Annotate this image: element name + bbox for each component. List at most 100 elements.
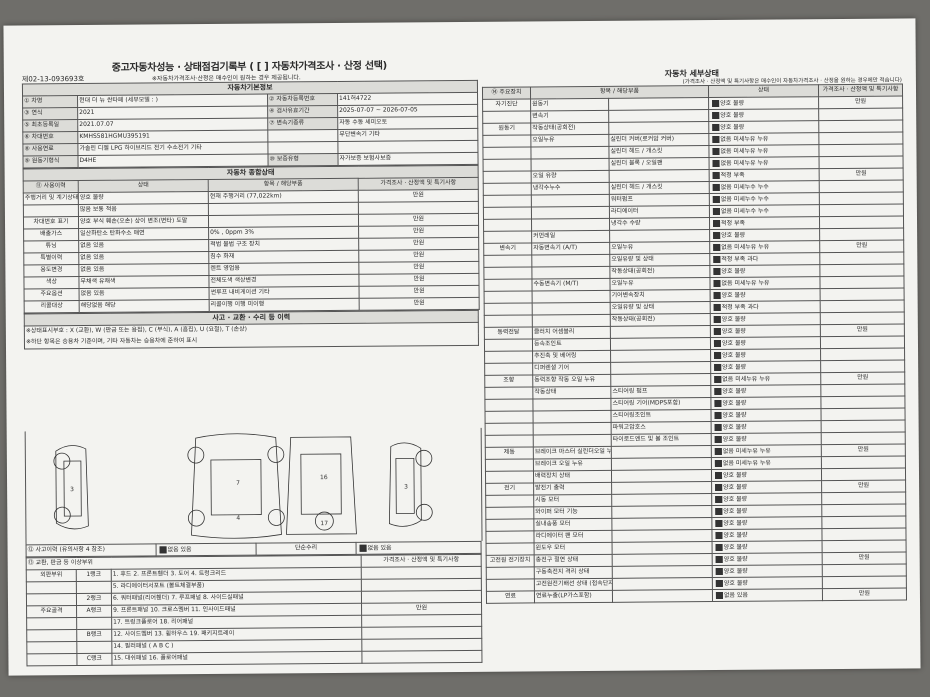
detail-state[interactable]: 양호 불량 [712, 576, 823, 590]
checkbox-icon [713, 231, 721, 239]
detail-state[interactable]: 없음 미세누유 누유 [711, 456, 822, 470]
exterior-rank [76, 641, 112, 654]
detail-state[interactable]: 양호 불량 [712, 540, 823, 554]
detail-state[interactable]: 없음 미세누유 누유 [708, 132, 819, 146]
checkbox-icon [712, 123, 720, 131]
detail-state[interactable]: 없음 미세누수 누수 [709, 192, 820, 206]
detail-device [485, 458, 534, 472]
detail-part: 오일유량 및 상태 [609, 253, 710, 267]
detail-state[interactable]: 없음 미세누유 누유 [709, 156, 820, 170]
svg-text:4: 4 [236, 515, 240, 522]
detail-price [818, 144, 904, 157]
detail-state[interactable]: 양호 불량 [711, 504, 822, 518]
overall-item: 색상 [23, 276, 80, 289]
detail-state-text: 양호 불량 [720, 123, 745, 131]
detail-state[interactable]: 양호 불량 [709, 228, 820, 242]
basic-value: 141허4722 [337, 92, 478, 106]
detail-state[interactable]: 양호 불량 [708, 96, 819, 110]
checkbox-icon [712, 159, 720, 167]
detail-state[interactable]: 양호 불량 [711, 492, 822, 506]
detail-device [485, 422, 534, 436]
detail-state[interactable]: 적정 부족 [709, 168, 820, 182]
simple-repair-value[interactable]: 없음 있음 [356, 541, 482, 555]
exterior-group [26, 617, 77, 630]
detail-item [531, 218, 610, 231]
detail-state[interactable]: 적정 부족 [709, 216, 820, 230]
detail-state[interactable]: 없음 미세누유 누유 [709, 240, 820, 254]
basic-info-table: 자동차기본정보 ① 차명 현대 더 뉴 싼타페 (세부모델 : ) ② 자동차등록번… [22, 80, 479, 169]
detail-state[interactable]: 적정 부족 과다 [709, 252, 820, 266]
detail-price [821, 420, 906, 433]
detail-state[interactable]: 없음 미세누유 누유 [708, 144, 820, 158]
detail-item: 원동기 [530, 98, 609, 111]
detail-device [486, 542, 535, 556]
detail-state[interactable]: 양호 불량 [711, 420, 822, 434]
detail-part [611, 493, 712, 507]
detail-state[interactable]: 양호 불량 [710, 396, 821, 410]
detail-item: 추진축 및 베어링 [532, 350, 611, 363]
detail-item: 라디에이터 팬 모터 [533, 530, 613, 543]
detail-state[interactable]: 양호 불량 [708, 120, 819, 134]
detail-state-text: 적정 부족 [721, 219, 746, 227]
detail-state[interactable]: 양호 불량 [710, 336, 821, 350]
detail-state[interactable]: 양호 불량 [710, 360, 821, 374]
detail-part: 작동상태(공회전) [609, 265, 710, 279]
detail-device: 제동 [485, 446, 534, 460]
detail-item [531, 266, 610, 279]
detail-device [483, 254, 532, 268]
detail-price [820, 336, 905, 349]
checkbox-icon [713, 255, 721, 263]
detail-item: 냉각수누수 [531, 182, 610, 195]
detail-state[interactable]: 양호 불량 [712, 564, 823, 578]
detail-state[interactable]: 양호 불량 [710, 312, 821, 326]
overall-status-table: 자동차 종합상태 ⑪ 사용이력 상태 항목 / 해당부품 가격조사 · 산정액 및 특… [23, 165, 480, 314]
detail-state-text: 없음 미세누수 누수 [720, 195, 769, 203]
detail-state[interactable]: 양호 불량 [710, 288, 821, 302]
detail-state[interactable]: 없음 미세누수 누수 [709, 204, 820, 218]
detail-state-text: 없음 미세누유 누유 [721, 279, 770, 287]
detail-price: 만원 [821, 480, 906, 493]
svg-text:16: 16 [320, 474, 328, 481]
detail-price [821, 516, 906, 529]
detail-state[interactable]: 양호 불량 [711, 516, 822, 530]
basic-label: ① 차명 [22, 95, 78, 108]
detail-state-text: 없음 있음 [723, 591, 748, 599]
detail-state[interactable]: 양호 불량 [711, 432, 822, 446]
detail-state[interactable]: 적정 부족 과다 [710, 300, 821, 314]
detail-state[interactable]: 양호 불량 [710, 384, 821, 398]
checkbox-icon [713, 303, 721, 311]
detail-item: 디퍼렌셜 기어 [532, 362, 611, 375]
car-diagram: 3 7 4 16 17 3 [24, 427, 483, 545]
overall-item: 주요옵션 [24, 288, 80, 301]
detail-device [485, 518, 534, 532]
detail-state-text: 양호 불량 [722, 363, 747, 371]
detail-state[interactable]: 양호 불량 [710, 408, 822, 422]
detail-state[interactable]: 없음 미세누유 누유 [710, 372, 821, 386]
detail-state[interactable]: 양호 불량 [711, 480, 822, 494]
basic-value: 자동 수동 세미오토 [337, 116, 478, 130]
detail-state[interactable]: 양호 불량 [710, 348, 821, 362]
detail-state[interactable]: 양호 불량 [708, 108, 819, 122]
checkbox-icon [713, 327, 721, 335]
checkbox-icon [714, 363, 722, 371]
exterior-group [26, 593, 77, 606]
detail-part: 오일유량 및 상태 [610, 301, 711, 315]
detail-state[interactable]: 없음 있음 [712, 588, 823, 602]
overall-state: 무채색 유채색 [78, 275, 210, 289]
checkbox-icon [713, 267, 721, 275]
exterior-row: C랭크 15. 대쉬패널 16. 플로어패널 [26, 650, 482, 666]
detail-state-text: 양호 불량 [721, 327, 746, 335]
detail-state[interactable]: 없음 미세누유 누유 [711, 444, 822, 458]
exterior-price [361, 590, 482, 604]
detail-state-text: 적정 부족 [720, 171, 745, 179]
detail-state[interactable]: 양호 불량 [709, 264, 820, 278]
detail-state[interactable]: 양호 불량 [711, 468, 822, 482]
detail-state[interactable]: 없음 미세누유 누유 [709, 276, 821, 290]
detail-state[interactable]: 없음 미세누수 누수 [709, 180, 820, 194]
detail-state[interactable]: 양호 불량 [710, 324, 821, 338]
detail-part [610, 337, 711, 351]
detail-state[interactable]: 양호 불량 [712, 552, 823, 566]
detail-state[interactable]: 양호 불량 [711, 528, 823, 542]
overall-part: 리콜이행 이행 미이행 [209, 298, 360, 312]
accident-history-value[interactable]: 없음 있음 [156, 543, 257, 556]
